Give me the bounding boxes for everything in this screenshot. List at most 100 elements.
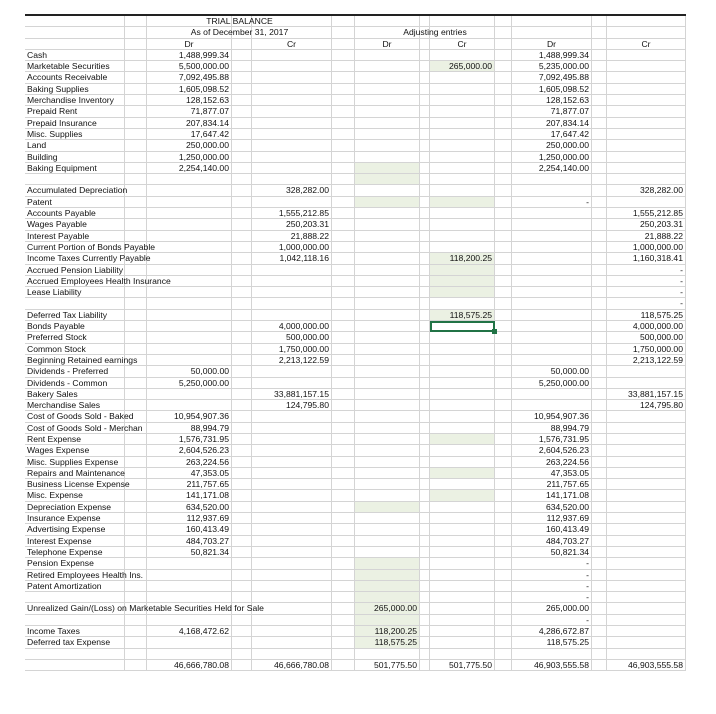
cell[interactable]: [332, 501, 355, 514]
trial-dr-cell[interactable]: 71,877.07: [147, 106, 232, 118]
cell[interactable]: [232, 343, 252, 355]
cell[interactable]: [420, 128, 430, 141]
adjust-dr-cell[interactable]: [355, 287, 420, 299]
cell[interactable]: [495, 388, 512, 401]
cell[interactable]: [420, 287, 430, 299]
cell[interactable]: [420, 388, 430, 401]
cell[interactable]: [495, 569, 512, 581]
adjust-cr-cell[interactable]: [430, 366, 495, 378]
row-label[interactable]: Unrealized Gain/(Loss) on Marketable Sec…: [25, 603, 264, 615]
cell[interactable]: [495, 174, 512, 186]
trial-dr-cell[interactable]: 1,488,999.34: [147, 49, 232, 62]
cell[interactable]: [125, 535, 147, 547]
adjusted-cr-cell[interactable]: [607, 433, 686, 446]
trial-cr-cell[interactable]: [252, 467, 332, 480]
trial-cr-cell[interactable]: 4,000,000.00: [252, 321, 332, 333]
trial-cr-cell[interactable]: [252, 456, 332, 468]
cell[interactable]: [592, 117, 607, 129]
adjust-cr-cell[interactable]: 118,200.25: [430, 253, 495, 265]
trial-cr-cell[interactable]: [252, 287, 332, 299]
cell[interactable]: [332, 400, 355, 412]
cell[interactable]: [420, 72, 430, 84]
trial-dr-cell[interactable]: [147, 580, 232, 593]
cell[interactable]: [232, 366, 252, 378]
cell[interactable]: [592, 298, 607, 310]
adjusted-dr-cell[interactable]: [512, 264, 592, 276]
adjust-dr-cell[interactable]: [355, 49, 420, 62]
trial-cr-cell[interactable]: [252, 366, 332, 378]
trial-dr-cell[interactable]: [147, 321, 232, 333]
cell[interactable]: [332, 309, 355, 322]
trial-dr-cell[interactable]: 88,994.79: [147, 422, 232, 434]
cell[interactable]: [125, 546, 147, 559]
adjusted-cr-cell[interactable]: [607, 626, 686, 638]
cell[interactable]: [232, 117, 252, 129]
trial-dr-cell[interactable]: [147, 332, 232, 344]
column-header-cr[interactable]: Cr: [430, 38, 495, 50]
cell[interactable]: [420, 445, 430, 457]
adjusted-cr-cell[interactable]: -: [607, 275, 686, 288]
adjust-dr-cell[interactable]: [355, 558, 420, 570]
cell[interactable]: [232, 501, 252, 514]
cell[interactable]: [332, 140, 355, 152]
adjust-cr-cell[interactable]: [430, 230, 495, 242]
adjusted-cr-cell[interactable]: [607, 377, 686, 389]
trial-dr-cell[interactable]: 250,000.00: [147, 140, 232, 152]
cell[interactable]: [332, 128, 355, 141]
row-label[interactable]: Insurance Expense: [25, 513, 125, 525]
cell[interactable]: [592, 185, 607, 197]
column-header-cr[interactable]: Cr: [607, 38, 686, 50]
adjusted-cr-cell[interactable]: [607, 445, 686, 457]
trial-cr-cell[interactable]: [252, 83, 332, 96]
adjusted-cr-cell[interactable]: [607, 558, 686, 570]
trial-dr-cell[interactable]: [147, 343, 232, 355]
cell[interactable]: [420, 174, 430, 186]
cell[interactable]: [232, 298, 252, 310]
cell[interactable]: [332, 298, 355, 310]
cell[interactable]: [592, 332, 607, 344]
cell[interactable]: [25, 27, 125, 39]
cell[interactable]: [592, 140, 607, 152]
adjusted-dr-cell[interactable]: [512, 309, 592, 322]
adjusted-dr-cell[interactable]: -: [512, 592, 592, 604]
cell[interactable]: [125, 38, 147, 50]
adjusted-dr-cell[interactable]: [512, 219, 592, 231]
adjust-dr-cell[interactable]: [355, 580, 420, 593]
cell[interactable]: [420, 241, 430, 254]
row-label[interactable]: [25, 659, 125, 672]
cell[interactable]: [332, 117, 355, 129]
trial-cr-cell[interactable]: [252, 106, 332, 118]
cell[interactable]: [332, 535, 355, 547]
adjust-cr-cell[interactable]: [430, 196, 495, 209]
adjusted-cr-cell[interactable]: [607, 106, 686, 118]
row-label[interactable]: Pension Expense: [25, 558, 125, 570]
trial-dr-cell[interactable]: [147, 400, 232, 412]
cell[interactable]: [592, 49, 607, 62]
row-label[interactable]: [25, 592, 125, 604]
cell[interactable]: [495, 16, 512, 28]
cell[interactable]: [420, 38, 430, 50]
adjust-dr-cell[interactable]: [355, 275, 420, 288]
trial-dr-cell[interactable]: 263,224.56: [147, 456, 232, 468]
adjusted-cr-cell[interactable]: 1,555,212.85: [607, 208, 686, 220]
cell[interactable]: [495, 208, 512, 220]
trial-dr-cell[interactable]: 47,353.05: [147, 467, 232, 480]
cell[interactable]: [420, 400, 430, 412]
cell[interactable]: [592, 501, 607, 514]
adjusted-dr-cell[interactable]: 263,224.56: [512, 456, 592, 468]
cell[interactable]: [420, 185, 430, 197]
adjusted-dr-cell[interactable]: [512, 343, 592, 355]
cell[interactable]: [495, 366, 512, 378]
row-label[interactable]: Baking Equipment: [25, 162, 125, 175]
adjust-cr-cell[interactable]: [430, 479, 495, 491]
cell[interactable]: [125, 637, 147, 649]
cell[interactable]: [420, 558, 430, 570]
row-label[interactable]: Preferred Stock: [25, 332, 125, 344]
cell[interactable]: [592, 309, 607, 322]
trial-dr-cell[interactable]: 160,413.49: [147, 524, 232, 536]
trial-dr-cell[interactable]: 50,821.34: [147, 546, 232, 559]
cell[interactable]: [592, 569, 607, 581]
trial-cr-cell[interactable]: [252, 569, 332, 581]
trial-dr-cell[interactable]: 141,171.08: [147, 490, 232, 502]
cell[interactable]: [232, 433, 252, 446]
